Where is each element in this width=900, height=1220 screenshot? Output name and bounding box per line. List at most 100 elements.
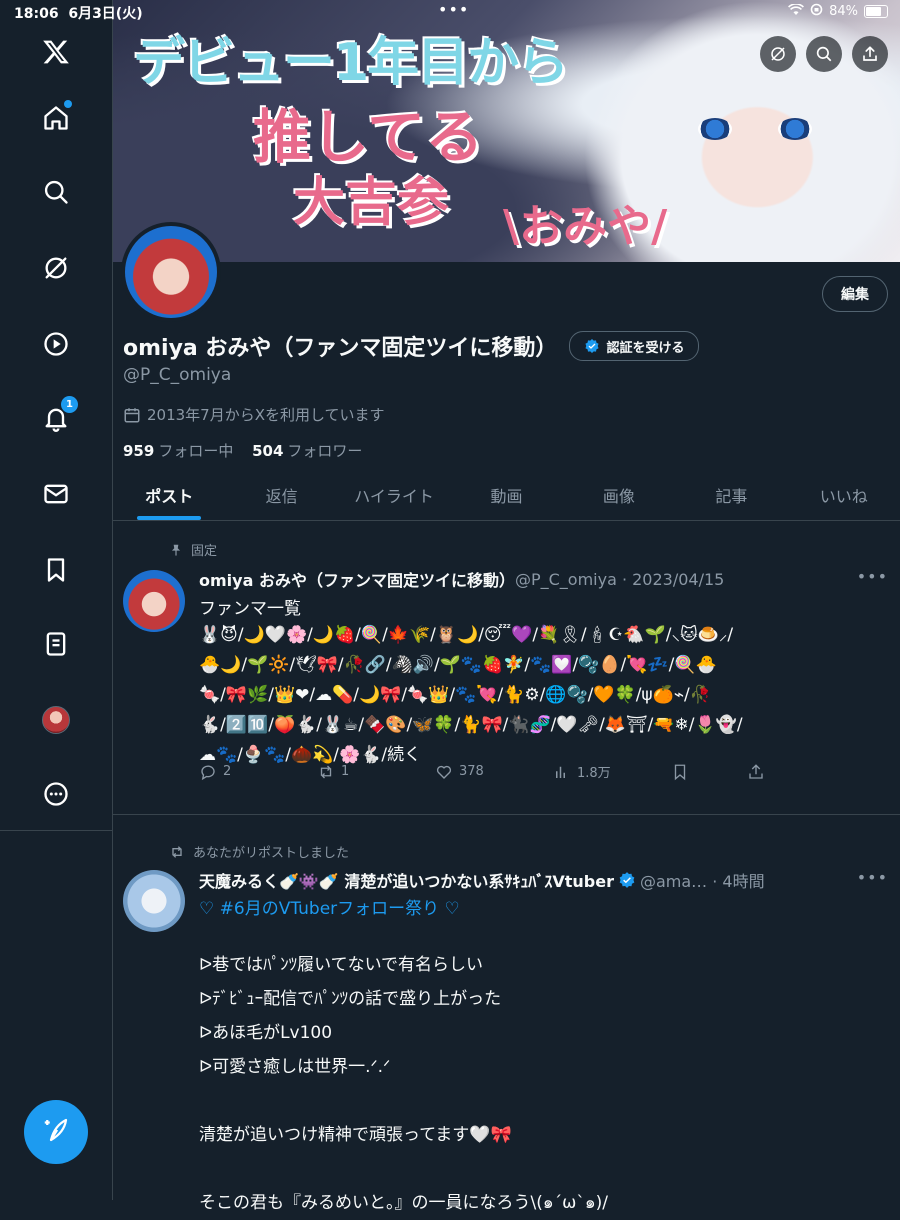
- multitask-dots[interactable]: •••: [438, 0, 469, 19]
- lists-icon[interactable]: [36, 624, 76, 664]
- banner-text-line4: \おみや/: [503, 201, 668, 252]
- verified-badge-icon: [585, 339, 599, 353]
- like-button[interactable]: 378: [435, 762, 553, 781]
- share-button[interactable]: [852, 36, 888, 72]
- edit-profile-button[interactable]: 編集: [822, 276, 888, 312]
- wifi-icon: [788, 2, 805, 20]
- heart-icon: [436, 765, 452, 779]
- views-icon: [556, 766, 565, 778]
- repost-button[interactable]: 1: [317, 762, 435, 781]
- bookmark-button[interactable]: [671, 762, 747, 781]
- banner-eye-left: [698, 118, 732, 140]
- banner-text-line1: デビュー1年目から: [133, 33, 569, 93]
- tab-articles[interactable]: 記事: [675, 470, 787, 520]
- repost-icon: [320, 765, 332, 778]
- tab-images[interactable]: 画像: [563, 470, 675, 520]
- share-icon: [749, 763, 763, 779]
- following-link[interactable]: 959 フォロー中: [123, 442, 233, 460]
- followers-link[interactable]: 504 フォロワー: [252, 442, 362, 460]
- post-header: omiya おみや（ファンマ固定ツイに移動） @P_C_omiya · 2023…: [199, 567, 724, 591]
- tab-likes[interactable]: いいね: [788, 470, 900, 520]
- profile-avatar-nav[interactable]: [36, 700, 76, 740]
- grok-icon[interactable]: [36, 248, 76, 288]
- pin-icon: [171, 544, 181, 556]
- profile-banner[interactable]: デビュー1年目から 推してる 大吉参 \おみや/: [113, 0, 900, 262]
- home-icon[interactable]: [36, 98, 76, 138]
- repost-context: あなたがリポストしました: [169, 842, 349, 861]
- tab-replies[interactable]: 返信: [225, 470, 337, 520]
- post-hashtag-line: ♡ #6月のVTuberフォロー祭り ♡: [199, 894, 889, 924]
- joined-text: 2013年7月からXを利用しています: [147, 406, 385, 424]
- post-header: 天魔みるく🍼👾🍼 清楚が追いつかない系ｻｷｭﾊﾞｽVtuber @ama… · …: [199, 868, 765, 892]
- compose-feather-icon: [41, 1115, 71, 1149]
- calendar-icon: [124, 407, 140, 422]
- emoji-line: 🍬/🎀🌿/👑❤/☁💊/🌙🎀/🍬👑/🐾💘/🐈⚙/🌐🫧/🧡🍀/ψ🍊⌁/🥀: [199, 685, 711, 705]
- post-author-avatar[interactable]: [123, 870, 185, 932]
- orientation-lock-icon: [810, 3, 823, 20]
- repost-icon: [172, 845, 182, 858]
- get-verified-label: 認証を受ける: [606, 340, 685, 356]
- post-more-button[interactable]: •••: [857, 868, 888, 887]
- more-icon[interactable]: [36, 774, 76, 814]
- emoji-line: 🐰😈/🌙🤍🌸/🌙🍓/🍭/🍁🌾/🦉🌙/😴💜/💐🎗/🕯☪🐔🌱/⸜🐱🍮⸝/: [199, 625, 734, 645]
- avatar: [125, 226, 217, 318]
- search-button[interactable]: [806, 36, 842, 72]
- profile-name: omiya おみや（ファンマ固定ツイに移動）: [123, 336, 558, 361]
- post-more-button[interactable]: •••: [857, 567, 888, 586]
- battery-icon: [864, 5, 888, 18]
- post-author-avatar[interactable]: [123, 570, 185, 632]
- search-icon[interactable]: [36, 172, 76, 212]
- sidebar-nav: 1: [0, 0, 113, 1200]
- tab-highlights[interactable]: ハイライト: [338, 470, 450, 520]
- follow-stats: 959 フォロー中 504 フォロワー: [123, 440, 362, 461]
- sidebar-divider: [0, 830, 112, 831]
- share-post-button[interactable]: [747, 762, 865, 781]
- banner-eye-right: [778, 118, 812, 140]
- status-time: 18:06 6月3日(火): [14, 6, 143, 22]
- bookmark-icon: [674, 764, 686, 780]
- joined-date: 2013年7月からXを利用しています: [123, 404, 385, 425]
- main-column: デビュー1年目から 推してる 大吉参 \おみや/ 編集 omiya おみや（ファ…: [113, 0, 900, 1213]
- reply-icon: [201, 765, 215, 780]
- pinned-label: 固定: [169, 540, 217, 559]
- banner-text-line3: 大吉参: [293, 173, 450, 233]
- home-badge-dot: [64, 100, 72, 108]
- tab-posts[interactable]: ポスト: [113, 470, 225, 520]
- video-icon[interactable]: [36, 324, 76, 364]
- notifications-icon[interactable]: 1: [36, 396, 78, 438]
- profile-name-row: omiya おみや（ファンマ固定ツイに移動） 認証を受ける: [123, 330, 700, 362]
- status-right: 84%: [788, 2, 888, 20]
- battery-percent: 84%: [829, 4, 858, 19]
- status-bar: 18:06 6月3日(火) ••• 84%: [0, 0, 900, 24]
- profile-tabs: ポスト 返信 ハイライト 動画 画像 記事 いいね: [113, 470, 900, 521]
- share-icon: [863, 46, 877, 61]
- verified-badge-icon: [619, 872, 635, 888]
- post-meta[interactable]: @P_C_omiya · 2023/04/15: [515, 570, 724, 589]
- tab-videos[interactable]: 動画: [450, 470, 562, 520]
- banner-actions: [760, 36, 888, 72]
- grok-small-icon: [771, 47, 785, 61]
- emoji-line: 🐇/2️⃣🔟/🍑🐇/🐰☕/🍫🎨/🦋🍀/🐈🎀/🐈‍⬛🧬/🤍🗝/🦊⛩/🔫❄/🌷👻/: [199, 715, 743, 735]
- post-author-name[interactable]: omiya おみや（ファンマ固定ツイに移動）: [199, 567, 515, 591]
- notifications-badge: 1: [61, 396, 78, 413]
- reply-button[interactable]: 2: [199, 762, 317, 781]
- messages-icon[interactable]: [36, 474, 76, 514]
- profile-handle: @P_C_omiya: [123, 365, 232, 385]
- search-small-icon: [816, 46, 832, 62]
- x-logo-icon[interactable]: [36, 32, 76, 72]
- grok-button[interactable]: [760, 36, 796, 72]
- post-text: ᐅ巷ではﾊﾟﾝﾂ履いてないで有名らしい ᐅﾃﾞﾋﾞｭｰ配信でﾊﾟﾝﾂの話で盛り上…: [199, 955, 609, 1213]
- post-author-name[interactable]: 天魔みるく🍼👾🍼 清楚が追いつかない系ｻｷｭﾊﾞｽVtuber: [199, 868, 614, 892]
- emoji-line: 🐣🌙/🌱🔆/🕊🎀/🥀🔗/🦓🔊/🌱🐾🍓🧚/🐾💟/🫧🥚/💘💤/🍭🐣: [199, 655, 717, 675]
- compose-button[interactable]: [24, 1100, 88, 1164]
- hashtag-link[interactable]: ♡ #6月のVTuberフォロー祭り ♡: [199, 899, 460, 919]
- profile-avatar[interactable]: [121, 222, 221, 322]
- post-meta[interactable]: @ama… · 4時間: [640, 868, 765, 892]
- post-emoji-list: 🐰😈/🌙🤍🌸/🌙🍓/🍭/🍁🌾/🦉🌙/😴💜/💐🎗/🕯☪🐔🌱/⸜🐱🍮⸝/ 🐣🌙/🌱🔆…: [199, 620, 894, 770]
- get-verified-button[interactable]: 認証を受ける: [569, 331, 700, 361]
- post-actions: 2 1 378 1.8万: [199, 762, 879, 781]
- views-button[interactable]: 1.8万: [553, 762, 671, 781]
- bookmark-icon[interactable]: [36, 550, 76, 590]
- post-divider: [113, 814, 900, 815]
- avatar: [42, 706, 70, 734]
